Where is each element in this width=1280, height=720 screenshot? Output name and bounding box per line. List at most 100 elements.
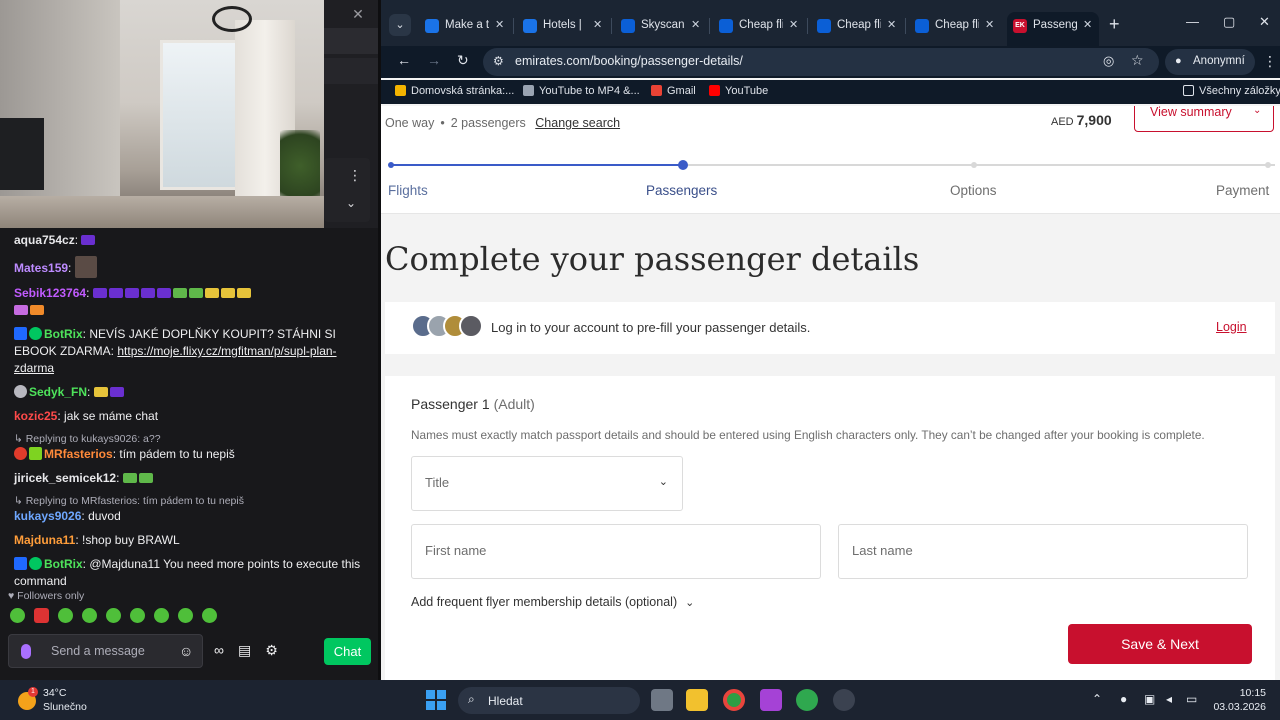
store-icon[interactable]: ▤ (238, 642, 251, 659)
change-search-link[interactable]: Change search (535, 116, 620, 130)
bookmark-youtube-mp4[interactable]: YouTube to MP4 &... (523, 85, 640, 97)
emote-icon (81, 235, 96, 245)
progress-fill (391, 164, 683, 166)
emote-icon[interactable] (82, 608, 97, 623)
bookmark-label: YouTube (725, 85, 769, 97)
tab-hotels[interactable]: Hotels | ✕ (517, 12, 609, 40)
chat-username[interactable]: kozic25 (14, 409, 57, 423)
obs-icon[interactable] (833, 689, 855, 711)
view-summary-button[interactable]: View summary ⌄ (1134, 106, 1274, 132)
all-bookmarks[interactable]: Všechny záložky (1183, 85, 1280, 97)
chat-text: tím pádem to tu nepiš (119, 447, 235, 461)
tab-make-a-trip[interactable]: Make a t ✕ (419, 12, 511, 40)
close-tab-icon[interactable]: ✕ (593, 18, 602, 31)
emoji-icon[interactable]: ☺ (179, 643, 193, 659)
tab-cheap-flights-1[interactable]: Cheap fli ✕ (713, 12, 805, 40)
bookmark-label: YouTube to MP4 &... (539, 85, 640, 97)
taskbar-search[interactable]: ⌕ Hledat (458, 687, 640, 714)
address-bar[interactable]: ⚙ emirates.com/booking/passenger-details… (483, 48, 1159, 76)
url-text[interactable]: emirates.com/booking/passenger-details/ (515, 54, 743, 68)
close-tab-icon[interactable]: ✕ (789, 18, 798, 31)
emote-icon[interactable] (178, 608, 193, 623)
chat-username[interactable]: MRfasterios (44, 447, 113, 461)
chat-username[interactable]: jiricek_semicek12 (14, 471, 116, 485)
profile-button[interactable]: ● Anonymní (1165, 49, 1255, 75)
close-icon[interactable]: ✕ (350, 6, 366, 22)
emote-icon[interactable] (106, 608, 121, 623)
bookmark-gmail[interactable]: Gmail (651, 85, 696, 97)
chat-username[interactable]: Mates159 (14, 261, 68, 275)
maximize-icon[interactable]: ▢ (1223, 14, 1235, 30)
microphone-icon[interactable] (21, 644, 31, 659)
tab-search-icon[interactable]: ⌄ (389, 14, 411, 36)
tab-title: Hotels | (543, 19, 582, 31)
tab-passenger-details[interactable]: EK Passeng ✕ (1007, 12, 1099, 50)
volume-icon[interactable]: ◂ (1166, 692, 1172, 706)
site-info-icon[interactable]: ⚙ (493, 54, 504, 68)
file-explorer-icon[interactable] (686, 689, 708, 711)
chat-username[interactable]: aqua754cz (14, 233, 75, 247)
step-flights[interactable]: Flights (388, 183, 428, 198)
browser-menu-icon[interactable]: ⋮ (1263, 53, 1277, 70)
weather-condition: Slunečno (43, 701, 87, 713)
emote-icon[interactable] (10, 608, 25, 623)
emote-icon[interactable] (154, 608, 169, 623)
new-tab-icon[interactable]: + (1109, 14, 1120, 35)
stream-video[interactable] (0, 0, 324, 228)
gear-icon[interactable]: ⚙ (265, 642, 278, 659)
sidebar-strip (324, 28, 378, 54)
close-tab-icon[interactable]: ✕ (985, 18, 994, 31)
close-tab-icon[interactable]: ✕ (1083, 18, 1092, 31)
chat-username[interactable]: BotRix (44, 327, 83, 341)
sidebar-strip (324, 58, 378, 84)
windows-start-icon[interactable] (426, 690, 446, 710)
reload-icon[interactable]: ↻ (457, 52, 469, 69)
chat-username[interactable]: Sebik123764 (14, 286, 86, 300)
microphone-icon[interactable]: ● (1120, 692, 1127, 706)
back-icon[interactable]: ← (397, 52, 411, 68)
web-page: One way • 2 passengers Change search AED 7,… (381, 106, 1280, 680)
close-tab-icon[interactable]: ✕ (887, 18, 896, 31)
frequent-flyer-toggle[interactable]: Add frequent flyer membership details (o… (411, 595, 694, 609)
title-select[interactable]: Title ⌄ (411, 456, 683, 511)
close-tab-icon[interactable]: ✕ (495, 18, 504, 31)
system-clock[interactable]: 10:15 03.03.2026 (1212, 686, 1266, 714)
bookmark-home[interactable]: Domovská stránka:... (395, 85, 514, 97)
chevron-down-icon[interactable]: ⌄ (346, 196, 356, 210)
chrome-icon[interactable] (723, 689, 745, 711)
chat-send-button[interactable]: Chat (324, 638, 371, 665)
chat-username[interactable]: Majduna11 (14, 533, 75, 547)
tab-skyscanner[interactable]: Skyscann ✕ (615, 12, 707, 40)
close-tab-icon[interactable]: ✕ (691, 18, 700, 31)
tracking-protection-icon[interactable]: ◎ (1103, 53, 1114, 69)
emote-icon[interactable] (58, 608, 73, 623)
close-window-icon[interactable]: ✕ (1259, 14, 1270, 30)
chevron-up-icon[interactable]: ⌃ (1092, 692, 1102, 706)
emote-icon[interactable] (34, 608, 49, 623)
xbox-icon[interactable] (796, 689, 818, 711)
chat-username[interactable]: Sedyk_FN (29, 385, 87, 399)
forward-icon[interactable]: → (427, 52, 441, 68)
instagram-icon[interactable] (760, 689, 782, 711)
bookmark-youtube[interactable]: YouTube (709, 85, 768, 97)
save-next-button[interactable]: Save & Next (1068, 624, 1252, 664)
emote-icon[interactable] (202, 608, 217, 623)
first-name-field[interactable]: First name (411, 524, 821, 579)
last-name-field[interactable]: Last name (838, 524, 1248, 579)
network-icon[interactable]: ▣ (1144, 692, 1155, 706)
followers-only-notice: ♥ Followers only (8, 590, 85, 602)
more-options-icon[interactable]: ⋮ (348, 168, 362, 182)
task-view-icon[interactable] (651, 689, 673, 711)
tab-cheap-flights-2[interactable]: Cheap fli ✕ (811, 12, 903, 40)
chat-username[interactable]: kukays9026 (14, 509, 81, 523)
chat-message-input[interactable]: Send a message ☺ (8, 634, 203, 668)
bookmark-star-icon[interactable]: ☆ (1131, 52, 1144, 69)
tab-cheap-flights-3[interactable]: Cheap fli ✕ (909, 12, 1001, 40)
chat-username[interactable]: BotRix (44, 557, 83, 571)
points-icon[interactable]: ∞ (214, 642, 224, 659)
emote-icon[interactable] (130, 608, 145, 623)
minimize-icon[interactable]: — (1186, 14, 1199, 29)
login-link[interactable]: Login (1216, 320, 1247, 334)
battery-icon[interactable]: ▭ (1186, 692, 1197, 706)
step-options: Options (950, 183, 997, 198)
